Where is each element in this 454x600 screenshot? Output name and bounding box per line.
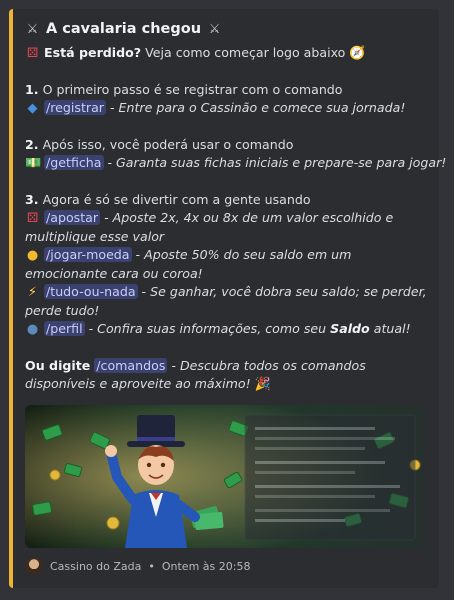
step3-jogar-moeda-line: ● /jogar-moeda - Aposte 50% do seu saldo…	[25, 246, 427, 283]
blue-diamond-icon: ◆	[27, 101, 38, 116]
step1-heading: 1. O primeiro passo é se registrar com o…	[25, 81, 427, 99]
screen-panel	[244, 414, 416, 541]
crossed-swords-icon: ⚔	[208, 21, 221, 37]
perfil-desc-bold: Saldo	[330, 321, 370, 336]
command-tudo-ou-nada[interactable]: /tudo-ou-nada	[44, 284, 138, 299]
command-comandos[interactable]: /comandos	[94, 358, 168, 373]
money-icon: 💵	[25, 156, 42, 171]
step3-heading-text: Agora é só se divertir com a gente usand…	[38, 192, 311, 207]
step3-heading: 3. Agora é só se divertir com a gente us…	[25, 191, 427, 209]
step2-num: 2.	[25, 137, 39, 152]
embed-description: ⚄ Está perdido? Veja como começar logo a…	[25, 44, 446, 394]
step1-num: 1.	[25, 82, 39, 97]
step1-heading-text: O primeiro passo é se registrar com o co…	[38, 82, 343, 97]
command-jogar-moeda[interactable]: /jogar-moeda	[44, 247, 132, 262]
perfil-desc-end: atual!	[369, 321, 411, 336]
closing-line: Ou digite /comandos - Descubra todos os …	[25, 357, 427, 394]
command-apostar[interactable]: /apostar	[44, 210, 101, 225]
command-registrar[interactable]: /registrar	[44, 100, 106, 115]
embed-footer: Cassino do Zada • Ontem às 20:58	[25, 557, 427, 575]
embed-banner-image[interactable]	[25, 405, 424, 548]
intro-text: Veja como começar logo abaixo	[141, 45, 346, 60]
command-getficha[interactable]: /getficha	[44, 155, 104, 170]
footer-author: Cassino do Zada	[50, 559, 142, 573]
game-die-icon: ⚄	[26, 46, 39, 61]
lightning-icon: ⚡	[27, 285, 38, 300]
step1-desc: - Entre para o Cassinão e comece sua jor…	[105, 100, 406, 115]
intro-line: ⚄ Está perdido? Veja como começar logo a…	[25, 44, 427, 63]
step2-heading-text: Após isso, você poderá usar o comando	[38, 137, 294, 152]
perfil-desc: - Confira suas informações, como seu	[84, 321, 331, 336]
party-popper-icon: 🎉	[254, 377, 271, 392]
step3-num: 3.	[25, 192, 39, 207]
step2-desc: - Garanta suas fichas iniciais e prepare…	[103, 155, 447, 170]
footer-timestamp: Ontem às 20:58	[161, 559, 251, 573]
compass-icon: 🧭	[349, 46, 366, 61]
author-avatar[interactable]	[25, 557, 43, 575]
game-die-icon: ⚄	[26, 211, 39, 226]
intro-bold: Está perdido?	[44, 45, 142, 60]
embed-title: ⚔ A cavalaria chegou ⚔	[25, 18, 427, 40]
footer-separator: •	[148, 559, 155, 573]
casino-illustration	[25, 405, 424, 548]
user-silhouette-icon: ●	[26, 322, 39, 337]
embed-title-text: A cavalaria chegou	[46, 21, 202, 37]
crossed-swords-icon: ⚔	[26, 21, 39, 37]
step2-command-line: 💵 /getficha - Garanta suas fichas inicia…	[25, 154, 446, 173]
step3-apostar-line: ⚄ /apostar - Aposte 2x, 4x ou 8x de um v…	[25, 209, 427, 246]
step2-heading: 2. Após isso, você poderá usar o comando	[25, 136, 427, 154]
embed-card: ⚔ A cavalaria chegou ⚔ ⚄ Está perdido? V…	[9, 9, 446, 588]
closing-bold: Ou digite	[25, 358, 91, 373]
step1-command-line: ◆ /registrar - Entre para o Cassinão e c…	[25, 99, 427, 118]
step3-perfil-line: ● /perfil - Confira suas informações, co…	[25, 320, 427, 339]
step3-tudo-ou-nada-line: ⚡ /tudo-ou-nada - Se ganhar, você dobra …	[25, 283, 427, 320]
command-perfil[interactable]: /perfil	[44, 321, 85, 336]
coin-icon: ●	[26, 248, 39, 263]
